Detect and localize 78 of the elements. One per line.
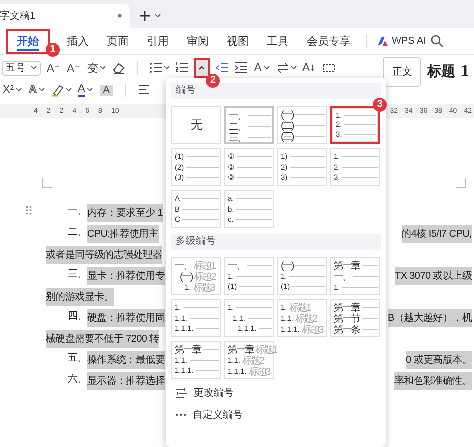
border-icon[interactable]: [322, 61, 336, 75]
caret-icon: [264, 66, 270, 70]
caret-icon: [31, 66, 37, 70]
highlighted-text: 硬盘：推荐使用固: [87, 308, 166, 326]
ribbon-tab[interactable]: 工具: [258, 30, 298, 52]
caret-icon: [164, 66, 170, 70]
plus-icon[interactable]: [138, 9, 152, 23]
ai-button[interactable]: WPS AI: [373, 33, 430, 49]
step-badge: 1: [46, 42, 60, 56]
list-number: 三、: [68, 268, 88, 282]
list-number: 五、: [68, 352, 88, 366]
list-number: 六、: [68, 372, 88, 386]
shrink-font-button[interactable]: A⁻: [66, 59, 82, 77]
menu-item[interactable]: 自定义编号: [171, 404, 381, 426]
eraser-icon[interactable]: [112, 61, 126, 75]
highlighted-text: 内存：要求至少 1: [87, 204, 164, 222]
search-icon[interactable]: [430, 34, 444, 48]
highlighted-text: 显示器：推荐选择: [87, 372, 166, 390]
phonetic-guide-button[interactable]: 变: [86, 59, 108, 77]
more-icon: [175, 412, 187, 418]
section-header: 多级编号: [171, 234, 381, 250]
drag-handle-icon[interactable]: [26, 206, 32, 215]
highlighter-icon[interactable]: [50, 83, 65, 97]
highlighted-text: 或者是同等级的志强处理器: [46, 246, 162, 264]
highlighted-text: 别的游戏显卡。: [46, 288, 114, 306]
caret-icon: [100, 66, 106, 70]
highlighted-text: 率和色彩准确性。: [394, 372, 472, 390]
superscript-button[interactable]: X²: [2, 81, 23, 99]
multilevel-option[interactable]: 第一章 第一节 第一条: [330, 299, 380, 337]
highlighted-text: 械硬盘需要不低于 7200 转: [46, 330, 160, 348]
caret-icon: [290, 66, 297, 70]
bullet-list-icon[interactable]: [149, 61, 164, 75]
ribbon-tab[interactable]: 开始: [8, 30, 48, 52]
highlighted-text: 操作系统：最低要: [87, 350, 166, 368]
numbering-option[interactable]: 无: [171, 106, 221, 144]
list-number: 二、: [68, 226, 88, 240]
ai-logo-icon: [377, 35, 389, 47]
caret-icon: [38, 88, 45, 92]
caret-icon: [66, 88, 72, 92]
character-spacing-button[interactable]: A: [253, 59, 271, 77]
ribbon-tab[interactable]: 会员专享: [298, 30, 360, 52]
indent-icon[interactable]: [234, 61, 248, 75]
ribbon-tab[interactable]: 审阅: [178, 30, 218, 52]
grow-font-button[interactable]: A⁺: [46, 59, 62, 77]
highlighted-text: CPU:推荐使用主: [87, 224, 159, 242]
list-number: 一、: [68, 204, 88, 218]
caret-icon: [16, 88, 22, 92]
step-badge: 3: [373, 98, 387, 112]
highlighted-text: 的4核 I5/I7 CPU,: [402, 224, 472, 242]
swap-arrows-icon[interactable]: [276, 61, 290, 75]
menu-item[interactable]: 更改编号: [171, 382, 381, 404]
ribbon-tab[interactable]: 视图: [218, 30, 258, 52]
margin-corner-mark: [42, 178, 52, 188]
highlighted-text: 0 或更高版本。: [406, 350, 472, 368]
ribbon-tab[interactable]: 引用: [138, 30, 178, 52]
numbering-option[interactable]: (一) (二) (三): [277, 106, 327, 144]
ribbon-tab[interactable]: 页面: [98, 30, 138, 52]
highlighted-text: 显卡：推荐使用专: [87, 266, 166, 284]
caret-icon: [199, 66, 206, 70]
style-preset[interactable]: 正文: [383, 57, 422, 87]
numbered-list-icon[interactable]: [175, 61, 190, 75]
sort-button[interactable]: A↓: [302, 59, 316, 77]
chevron-down-icon: [155, 14, 161, 18]
outdent-icon[interactable]: [215, 61, 230, 75]
highlighted-text: B（越大越好），机: [388, 308, 472, 326]
document-tab-title[interactable]: 字文稿1: [0, 9, 36, 23]
margin-corner-mark: [456, 178, 466, 188]
font-color-button[interactable]: A: [76, 81, 94, 99]
numbering-option[interactable]: 一、 二、 三、: [224, 106, 274, 144]
ribbon-tab[interactable]: 插入: [58, 30, 98, 52]
caret-icon: [87, 88, 94, 92]
list-number: 四、: [68, 310, 88, 324]
section-header: 编号: [171, 83, 381, 99]
close-icon[interactable]: [116, 12, 124, 20]
highlighted-text: TX 3070 或以上级: [395, 266, 472, 284]
align-left-icon[interactable]: [136, 83, 151, 97]
font-size-select[interactable]: 五号: [2, 60, 41, 76]
list-settings-icon: [175, 386, 188, 400]
